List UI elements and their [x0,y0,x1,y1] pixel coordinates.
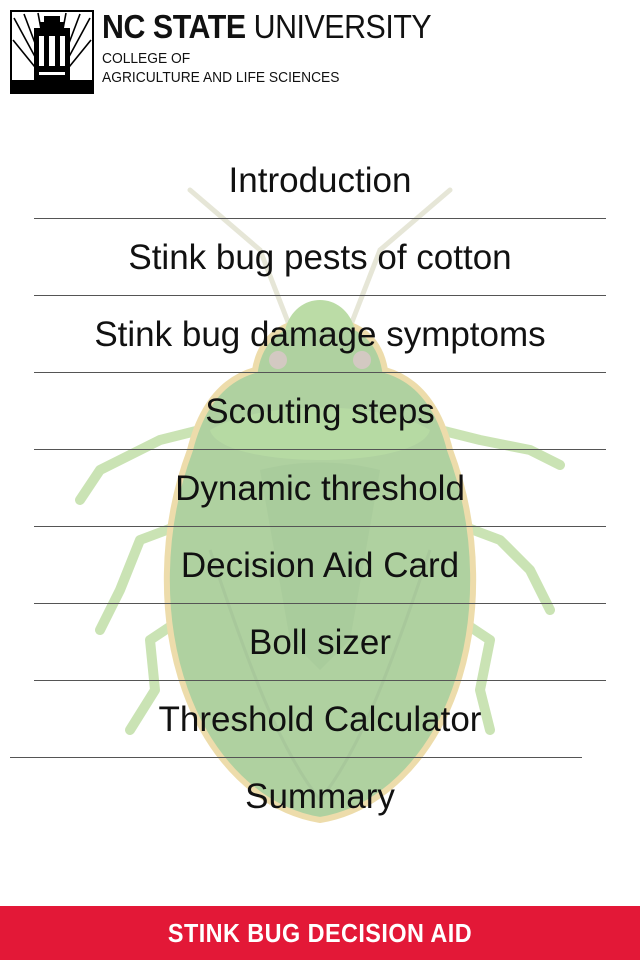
menu-item-threshold-calculator[interactable]: Threshold Calculator [0,681,640,758]
menu-item-label: Decision Aid Card [180,545,460,585]
main-menu: Introduction Stink bug pests of cotton S… [0,142,640,835]
university-name-bold: NC STATE [102,8,246,45]
college-line-1: COLLEGE OF [102,50,191,67]
menu-item-decision-aid-card[interactable]: Decision Aid Card [0,527,640,604]
menu-item-label: Summary [245,776,395,816]
footer-title: STINK BUG DECISION AID [167,917,473,948]
menu-item-scouting-steps[interactable]: Scouting steps [0,373,640,450]
menu-item-label: Stink bug damage symptoms [94,314,546,354]
menu-item-stink-bug-pests[interactable]: Stink bug pests of cotton [0,219,640,296]
university-name-light: UNIVERSITY [253,8,432,45]
menu-item-summary[interactable]: Summary [0,758,640,835]
university-title-block: NC STATE UNIVERSITY COLLEGE OF AGRICULTU… [102,10,460,87]
menu-item-label: Scouting steps [205,391,435,431]
menu-item-label: Stink bug pests of cotton [128,237,512,277]
college-line-2: AGRICULTURE AND LIFE SCIENCES [102,69,340,86]
menu-item-boll-sizer[interactable]: Boll sizer [0,604,640,681]
menu-item-label: Introduction [228,160,412,200]
belltower-icon [10,10,94,94]
header: NC STATE UNIVERSITY COLLEGE OF AGRICULTU… [10,10,610,94]
menu-item-dynamic-threshold[interactable]: Dynamic threshold [0,450,640,527]
menu-item-label: Boll sizer [249,622,391,662]
menu-item-label: Threshold Calculator [158,699,482,739]
menu-item-introduction[interactable]: Introduction [0,142,640,219]
footer-banner: STINK BUG DECISION AID [0,906,640,960]
menu-item-label: Dynamic threshold [175,468,465,508]
menu-item-damage-symptoms[interactable]: Stink bug damage symptoms [0,296,640,373]
university-name: NC STATE UNIVERSITY [102,8,432,45]
